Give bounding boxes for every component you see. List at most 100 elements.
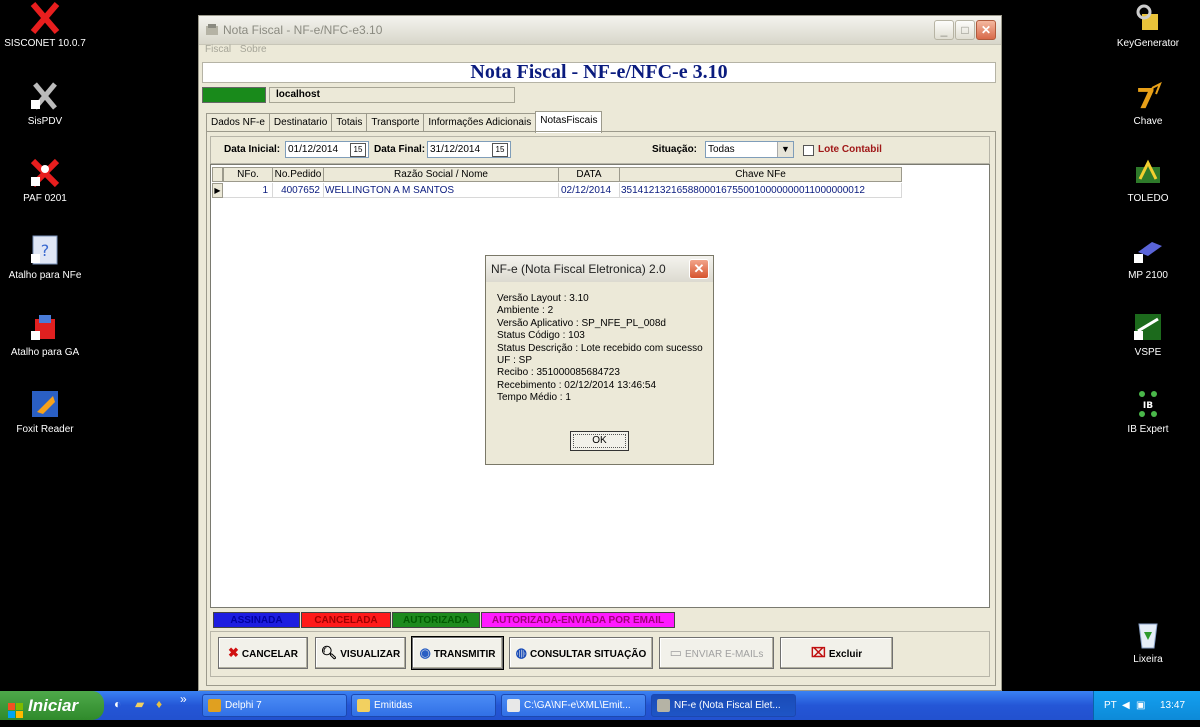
- tab-strip: Dados NF-e Destinatario Totais Transport…: [206, 111, 603, 133]
- tab-destinatario[interactable]: Destinatario: [268, 113, 333, 132]
- desktop-icon-nfe[interactable]: ? Atalho para NFe: [0, 234, 90, 281]
- windows-flag-icon: [8, 698, 24, 718]
- desktop-icon-lixeira[interactable]: Lixeira: [1103, 618, 1193, 665]
- situacao-select[interactable]: Todas ▼: [705, 141, 794, 158]
- dialog-line: Status Código : 103: [497, 330, 585, 342]
- window-title: Nota Fiscal - NF-e/NFC-e3.10: [223, 23, 383, 37]
- language-indicator[interactable]: PT: [1104, 691, 1117, 720]
- grid-header-corner: [212, 167, 223, 182]
- desktop-icon-mp2100[interactable]: MP 2100: [1103, 234, 1193, 281]
- dialog-line: Ambiente : 2: [497, 305, 554, 317]
- start-button[interactable]: Iniciar: [0, 691, 104, 720]
- ie-icon[interactable]: ◐: [114, 697, 121, 711]
- dialog-title: NF-e (Nota Fiscal Eletronica) 2.0: [491, 262, 666, 276]
- more-chevron-icon[interactable]: »: [180, 692, 187, 706]
- page-title: Nota Fiscal - NF-e/NFC-e 3.10: [202, 62, 996, 83]
- dialog-titlebar[interactable]: NF-e (Nota Fiscal Eletronica) 2.0 ✕: [486, 256, 713, 282]
- consultar-situacao-button[interactable]: ◍ CONSULTAR SITUAÇÃO: [509, 637, 653, 669]
- tab-informacoes-adicionais[interactable]: Informações Adicionais: [423, 113, 537, 132]
- sispdv-icon: [29, 80, 61, 112]
- search-globe-icon: ◍: [515, 645, 528, 660]
- desktop-icon-toledo[interactable]: TOLEDO: [1103, 157, 1193, 204]
- desktop-icon-chave[interactable]: 7 Chave: [1103, 80, 1193, 127]
- tray-app-icon[interactable]: ▣: [1136, 691, 1145, 720]
- calendar-icon[interactable]: 15: [492, 143, 508, 157]
- visualizar-button[interactable]: 🔍︎ VISUALIZAR: [315, 637, 406, 669]
- desktop-icon-foxit[interactable]: Foxit Reader: [0, 388, 90, 435]
- taskbar-item-explorer[interactable]: C:\GA\NF-e\XML\Emit...: [501, 694, 646, 717]
- table-cell-chave-nfe[interactable]: 3514121321658800016755001000000001100000…: [619, 183, 902, 198]
- enviar-emails-button[interactable]: ▭ ENVIAR E-MAILs: [659, 637, 774, 669]
- ga-shortcut-icon: [29, 311, 61, 343]
- transmitir-button[interactable]: ◉ TRANSMITIR: [411, 636, 504, 670]
- lote-contabil-checkbox[interactable]: [803, 145, 814, 156]
- system-tray: PT ◀ ▣ 13:47: [1093, 691, 1200, 720]
- dialog-line: Versão Layout : 3.10: [497, 293, 589, 304]
- lote-contabil-label: Lote Contabil: [818, 144, 882, 155]
- folder-window-icon: [507, 699, 520, 712]
- dialog-close-button[interactable]: ✕: [689, 259, 709, 279]
- tab-dados-nfe[interactable]: Dados NF-e: [206, 113, 270, 132]
- menu-sobre[interactable]: Sobre: [240, 44, 267, 55]
- app-icon: [205, 23, 219, 37]
- taskbar-item-nfe[interactable]: NF-e (Nota Fiscal Elet...: [651, 694, 796, 717]
- minimize-button[interactable]: _: [934, 20, 954, 40]
- legend-autorizada-email: AUTORIZADA-ENVIADA POR EMAIL: [481, 612, 675, 628]
- dialog-line: Status Descrição : Lote recebido com suc…: [497, 342, 703, 354]
- excluir-button[interactable]: ⌧ Excluir: [780, 637, 893, 669]
- sisconet-icon: [29, 2, 61, 34]
- chevron-down-icon[interactable]: ▼: [777, 142, 793, 157]
- col-header-razao-social[interactable]: Razão Social / Nome: [323, 167, 559, 182]
- taskbar-item-delphi[interactable]: Delphi 7: [202, 694, 347, 717]
- desktop-icon-keygenerator[interactable]: KeyGenerator: [1103, 2, 1193, 49]
- taskbar-item-emitidas[interactable]: Emitidas: [351, 694, 496, 717]
- menu-fiscal[interactable]: Fiscal: [205, 44, 231, 55]
- col-header-data[interactable]: DATA: [558, 167, 620, 182]
- svg-text:?: ?: [41, 241, 50, 260]
- dialog-line: UF : SP: [497, 355, 533, 367]
- data-final-label: Data Final:: [374, 144, 426, 155]
- desktop-icon-sisconet[interactable]: SISCONET 10.0.7: [0, 2, 90, 49]
- data-inicial-field[interactable]: 01/12/2014 15: [285, 141, 369, 158]
- legend-autorizada: AUTORIZADA: [392, 612, 480, 628]
- folder-icon: [357, 699, 370, 712]
- taskbar: Iniciar ◐ ▰ ♦ » Delphi 7 Emitidas C:\GA\…: [0, 691, 1200, 720]
- dialog-line: Tempo Médio : 1: [497, 392, 571, 404]
- window-titlebar[interactable]: Nota Fiscal - NF-e/NFC-e3.10 _ □ ✕: [199, 16, 1001, 45]
- desktop-icon-paf[interactable]: PAF 0201: [0, 157, 90, 204]
- desktop-icon-ibexpert[interactable]: IB IB Expert: [1103, 388, 1193, 435]
- recycle-bin-icon: [1132, 618, 1164, 650]
- ok-button[interactable]: OK: [570, 431, 629, 451]
- tab-totais[interactable]: Totais: [331, 113, 368, 132]
- delphi-quicklaunch-icon[interactable]: ♦: [156, 697, 162, 711]
- col-header-pedido[interactable]: No.Pedido: [272, 167, 324, 182]
- mp2100-icon: [1132, 234, 1164, 266]
- table-cell-data[interactable]: 02/12/2014: [558, 183, 620, 198]
- legend-cancelada: CANCELADA: [301, 612, 391, 628]
- cancelar-button[interactable]: ✖ CANCELAR: [218, 637, 308, 669]
- connection-status-indicator: [202, 87, 266, 103]
- calendar-icon[interactable]: 15: [350, 143, 366, 157]
- folder-icon[interactable]: ▰: [135, 697, 144, 711]
- tab-notasfiscais[interactable]: NotasFiscais: [535, 111, 603, 133]
- desktop-icon-sispdv[interactable]: SisPDV: [0, 80, 90, 127]
- clock[interactable]: 13:47: [1160, 691, 1185, 720]
- situacao-label: Situação:: [652, 144, 698, 155]
- data-final-field[interactable]: 31/12/2014 15: [427, 141, 511, 158]
- desktop-icon-ga[interactable]: Atalho para GA: [0, 311, 90, 358]
- table-cell-razao-social[interactable]: WELLINGTON A M SANTOS: [323, 183, 559, 198]
- maximize-button[interactable]: □: [955, 20, 975, 40]
- table-cell-nfo[interactable]: 1: [223, 183, 273, 198]
- legend-assinada: ASSINADA: [213, 612, 300, 628]
- table-cell-pedido[interactable]: 4007652: [272, 183, 324, 198]
- col-header-nfo[interactable]: NFo.: [223, 167, 273, 182]
- col-header-chave-nfe[interactable]: Chave NFe: [619, 167, 902, 182]
- nfe-status-dialog[interactable]: NF-e (Nota Fiscal Eletronica) 2.0 ✕ Vers…: [485, 255, 714, 465]
- toledo-icon: [1132, 157, 1164, 189]
- host-label: localhost: [269, 87, 515, 103]
- data-inicial-label: Data Inicial:: [224, 144, 281, 155]
- close-button[interactable]: ✕: [976, 20, 996, 40]
- tab-transporte[interactable]: Transporte: [366, 113, 425, 132]
- desktop-icon-vspe[interactable]: VSPE: [1103, 311, 1193, 358]
- tray-back-icon[interactable]: ◀: [1122, 691, 1130, 720]
